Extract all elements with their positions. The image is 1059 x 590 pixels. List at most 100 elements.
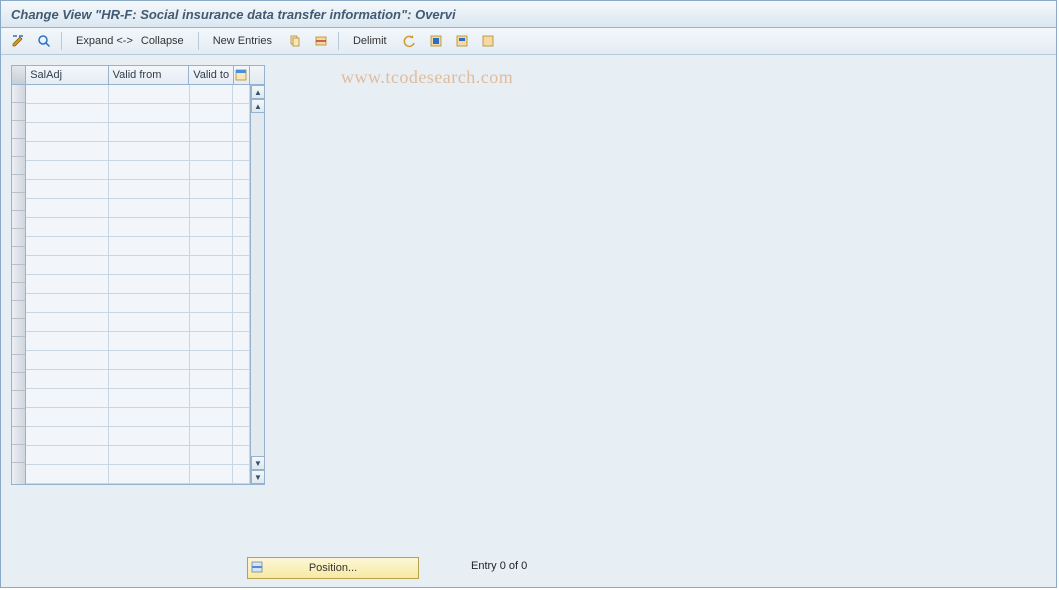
cell-from[interactable] [109,294,190,312]
cell-to[interactable] [190,218,233,236]
new-entries-button[interactable]: New Entries [205,31,280,51]
cell-from[interactable] [109,237,190,255]
deselect-all-button[interactable] [477,31,499,51]
cell-saladj[interactable] [26,161,109,179]
cell-saladj[interactable] [26,142,109,160]
cell-from[interactable] [109,465,190,483]
cell-to[interactable] [190,199,233,217]
cell-from[interactable] [109,332,190,350]
row-selector[interactable] [12,229,25,247]
cell-to[interactable] [190,256,233,274]
cell-to[interactable] [190,332,233,350]
delete-button[interactable] [310,31,332,51]
select-all-button[interactable] [425,31,447,51]
select-block-button[interactable] [451,31,473,51]
cell-from[interactable] [109,123,190,141]
row-selector[interactable] [12,283,25,301]
row-selector[interactable] [12,265,25,283]
cell-saladj[interactable] [26,237,109,255]
row-selector[interactable] [12,175,25,193]
cell-saladj[interactable] [26,465,109,483]
cell-saladj[interactable] [26,313,109,331]
row-selector[interactable] [12,355,25,373]
cell-from[interactable] [109,180,190,198]
cell-to[interactable] [190,104,233,122]
details-button[interactable] [33,31,55,51]
cell-from[interactable] [109,85,190,103]
cell-to[interactable] [190,313,233,331]
cell-saladj[interactable] [26,408,109,426]
row-selector[interactable] [12,121,25,139]
row-selector[interactable] [12,427,25,445]
cell-from[interactable] [109,256,190,274]
cell-saladj[interactable] [26,123,109,141]
cell-saladj[interactable] [26,199,109,217]
row-selector[interactable] [12,337,25,355]
cell-from[interactable] [109,142,190,160]
cell-to[interactable] [190,294,233,312]
cell-saladj[interactable] [26,332,109,350]
scroll-down-button[interactable]: ▼ [251,470,265,484]
cell-saladj[interactable] [26,85,109,103]
col-header-valid-to[interactable]: Valid to [189,66,234,84]
grid-corner[interactable] [12,66,26,84]
toggle-edit-button[interactable] [7,31,29,51]
row-selector[interactable] [12,319,25,337]
cell-saladj[interactable] [26,180,109,198]
cell-to[interactable] [190,465,233,483]
cell-saladj[interactable] [26,389,109,407]
expand-collapse-button[interactable]: Expand <-> Collapse [68,31,192,51]
scroll-up-button-2[interactable]: ▲ [251,99,265,113]
cell-from[interactable] [109,408,190,426]
cell-saladj[interactable] [26,427,109,445]
undo-button[interactable] [399,31,421,51]
row-selector[interactable] [12,139,25,157]
cell-to[interactable] [190,275,233,293]
cell-saladj[interactable] [26,294,109,312]
scroll-up-button[interactable]: ▲ [251,85,265,99]
grid-vscrollbar[interactable]: ▲ ▲ ▼ ▼ [250,85,264,484]
cell-to[interactable] [190,161,233,179]
cell-saladj[interactable] [26,351,109,369]
cell-saladj[interactable] [26,370,109,388]
cell-to[interactable] [190,237,233,255]
row-selector[interactable] [12,157,25,175]
cell-to[interactable] [190,142,233,160]
cell-to[interactable] [190,446,233,464]
scroll-down-button-2[interactable]: ▼ [251,456,265,470]
cell-from[interactable] [109,104,190,122]
row-selector[interactable] [12,391,25,409]
row-selector[interactable] [12,193,25,211]
cell-from[interactable] [109,218,190,236]
row-selector[interactable] [12,409,25,427]
cell-from[interactable] [109,313,190,331]
cell-from[interactable] [109,351,190,369]
copy-button[interactable] [284,31,306,51]
cell-from[interactable] [109,161,190,179]
row-selector[interactable] [12,103,25,121]
position-button[interactable]: Position... [247,557,419,579]
cell-saladj[interactable] [26,218,109,236]
cell-from[interactable] [109,199,190,217]
row-selector[interactable] [12,85,25,103]
cell-to[interactable] [190,85,233,103]
row-selector[interactable] [12,373,25,391]
grid-configure-button[interactable] [234,66,250,84]
cell-from[interactable] [109,389,190,407]
row-selector[interactable] [12,301,25,319]
cell-to[interactable] [190,180,233,198]
cell-saladj[interactable] [26,446,109,464]
cell-to[interactable] [190,370,233,388]
cell-from[interactable] [109,446,190,464]
cell-to[interactable] [190,351,233,369]
cell-to[interactable] [190,389,233,407]
row-selector[interactable] [12,211,25,229]
cell-saladj[interactable] [26,275,109,293]
cell-from[interactable] [109,370,190,388]
row-selector[interactable] [12,445,25,463]
cell-from[interactable] [109,275,190,293]
cell-saladj[interactable] [26,256,109,274]
delimit-button[interactable]: Delimit [345,31,395,51]
cell-to[interactable] [190,408,233,426]
row-selector[interactable] [12,247,25,265]
